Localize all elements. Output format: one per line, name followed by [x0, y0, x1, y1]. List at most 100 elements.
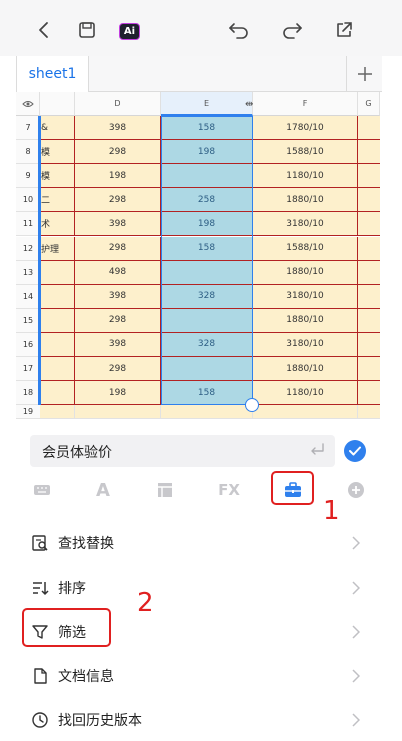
- row-header[interactable]: 18: [16, 381, 40, 406]
- cell-e[interactable]: [161, 405, 253, 420]
- menu-item-sort[interactable]: 排序: [16, 566, 368, 610]
- cell-e[interactable]: 158: [161, 116, 253, 141]
- spreadsheet-grid[interactable]: D E F G ⇹ 7 & 398 158 1780/10 8 模 298 198 1588/10…: [16, 92, 380, 426]
- row-header[interactable]: 8: [16, 140, 40, 165]
- row-header[interactable]: 19: [16, 405, 40, 420]
- cell-d[interactable]: 298: [75, 357, 161, 382]
- cell-f[interactable]: 3180/10: [253, 284, 358, 309]
- cell-d[interactable]: 298: [75, 140, 161, 165]
- add-sheet-icon[interactable]: [346, 56, 382, 92]
- cell-d[interactable]: 298: [75, 188, 161, 213]
- cell-c[interactable]: 护理: [40, 236, 75, 261]
- sheet-tab[interactable]: sheet1: [16, 56, 89, 92]
- cell-c[interactable]: 模: [40, 164, 75, 189]
- cell-g[interactable]: [358, 381, 380, 406]
- cell-f[interactable]: 1180/10: [253, 164, 358, 189]
- row-header[interactable]: 14: [16, 284, 40, 309]
- cell-f[interactable]: 1880/10: [253, 308, 358, 333]
- cell-e[interactable]: 258: [161, 188, 253, 213]
- cell-g[interactable]: [358, 116, 380, 141]
- cell-g[interactable]: [358, 188, 380, 213]
- cell-g[interactable]: [358, 357, 380, 382]
- cell-f[interactable]: 1880/10: [253, 357, 358, 382]
- cell-e[interactable]: 158: [161, 236, 253, 261]
- cell-e[interactable]: [161, 164, 253, 189]
- column-header-c[interactable]: [40, 92, 75, 116]
- menu-item-find-replace[interactable]: 查找替换: [16, 521, 368, 565]
- save-icon[interactable]: [75, 18, 99, 42]
- cell-c[interactable]: 二: [40, 188, 75, 213]
- column-header-d[interactable]: D: [75, 92, 161, 116]
- cell-d[interactable]: 398: [75, 332, 161, 357]
- ai-button[interactable]: Ai: [119, 23, 140, 40]
- cell-f[interactable]: 3180/10: [253, 332, 358, 357]
- cell-c[interactable]: [40, 308, 75, 333]
- cell-d[interactable]: 298: [75, 236, 161, 261]
- cell-g[interactable]: [358, 212, 380, 237]
- column-resize-handle[interactable]: ⇹: [245, 99, 253, 110]
- redo-icon[interactable]: [280, 18, 304, 42]
- cell-g[interactable]: [358, 164, 380, 189]
- cell-e[interactable]: 328: [161, 332, 253, 357]
- undo-icon[interactable]: [227, 18, 251, 42]
- cell-e[interactable]: [161, 308, 253, 333]
- row-header[interactable]: 15: [16, 308, 40, 333]
- cell-c[interactable]: &: [40, 116, 75, 141]
- cell-g[interactable]: [358, 284, 380, 309]
- cell-e[interactable]: 158: [161, 381, 253, 406]
- row-header[interactable]: 17: [16, 357, 40, 382]
- cell-f[interactable]: 1780/10: [253, 116, 358, 141]
- cell-d[interactable]: 298: [75, 308, 161, 333]
- cell-f[interactable]: 1880/10: [253, 188, 358, 213]
- cell-g[interactable]: [358, 236, 380, 261]
- cell-c[interactable]: [40, 332, 75, 357]
- cell-d[interactable]: 198: [75, 381, 161, 406]
- menu-item-document[interactable]: 文档信息: [16, 654, 368, 698]
- cell-f[interactable]: [253, 405, 358, 420]
- row-header[interactable]: 11: [16, 212, 40, 237]
- eye-icon[interactable]: [16, 92, 40, 116]
- selection-handle[interactable]: [245, 398, 259, 412]
- menu-item-history[interactable]: 找回历史版本: [16, 698, 368, 741]
- function-tab[interactable]: FX: [214, 478, 244, 502]
- enter-icon[interactable]: [309, 442, 325, 462]
- cell-g[interactable]: [358, 140, 380, 165]
- row-header[interactable]: 7: [16, 116, 40, 141]
- cell-e[interactable]: 198: [161, 212, 253, 237]
- row-header[interactable]: 10: [16, 188, 40, 213]
- insert-icon[interactable]: [341, 478, 371, 502]
- cell-c[interactable]: [40, 284, 75, 309]
- cell-d[interactable]: 198: [75, 164, 161, 189]
- cell-f[interactable]: 1588/10: [253, 140, 358, 165]
- cell-c[interactable]: 术: [40, 212, 75, 237]
- share-icon[interactable]: [332, 18, 356, 42]
- cell-g[interactable]: [358, 332, 380, 357]
- cell-d[interactable]: [75, 405, 161, 420]
- row-header[interactable]: 13: [16, 260, 40, 285]
- cell-g[interactable]: [358, 405, 380, 420]
- cell-f[interactable]: 1180/10: [253, 381, 358, 406]
- confirm-button[interactable]: [344, 440, 366, 462]
- cell-f[interactable]: 3180/10: [253, 212, 358, 237]
- column-header-e[interactable]: E: [161, 92, 253, 116]
- cell-c[interactable]: [40, 260, 75, 285]
- cell-c[interactable]: [40, 405, 75, 420]
- column-header-g[interactable]: G: [358, 92, 380, 116]
- cell-d[interactable]: 398: [75, 284, 161, 309]
- row-header[interactable]: 12: [16, 236, 40, 261]
- formula-input[interactable]: 会员体验价: [30, 435, 335, 467]
- cell-c[interactable]: 模: [40, 140, 75, 165]
- row-header[interactable]: 16: [16, 332, 40, 357]
- cell-format-icon[interactable]: [150, 478, 180, 502]
- cell-f[interactable]: 1588/10: [253, 236, 358, 261]
- cell-g[interactable]: [358, 308, 380, 333]
- cell-e[interactable]: [161, 260, 253, 285]
- keyboard-icon[interactable]: [27, 478, 57, 502]
- cell-e[interactable]: 198: [161, 140, 253, 165]
- column-header-f[interactable]: F: [253, 92, 358, 116]
- cell-e[interactable]: 328: [161, 284, 253, 309]
- cell-c[interactable]: [40, 357, 75, 382]
- cell-e[interactable]: [161, 357, 253, 382]
- cell-d[interactable]: 398: [75, 116, 161, 141]
- cell-d[interactable]: 398: [75, 212, 161, 237]
